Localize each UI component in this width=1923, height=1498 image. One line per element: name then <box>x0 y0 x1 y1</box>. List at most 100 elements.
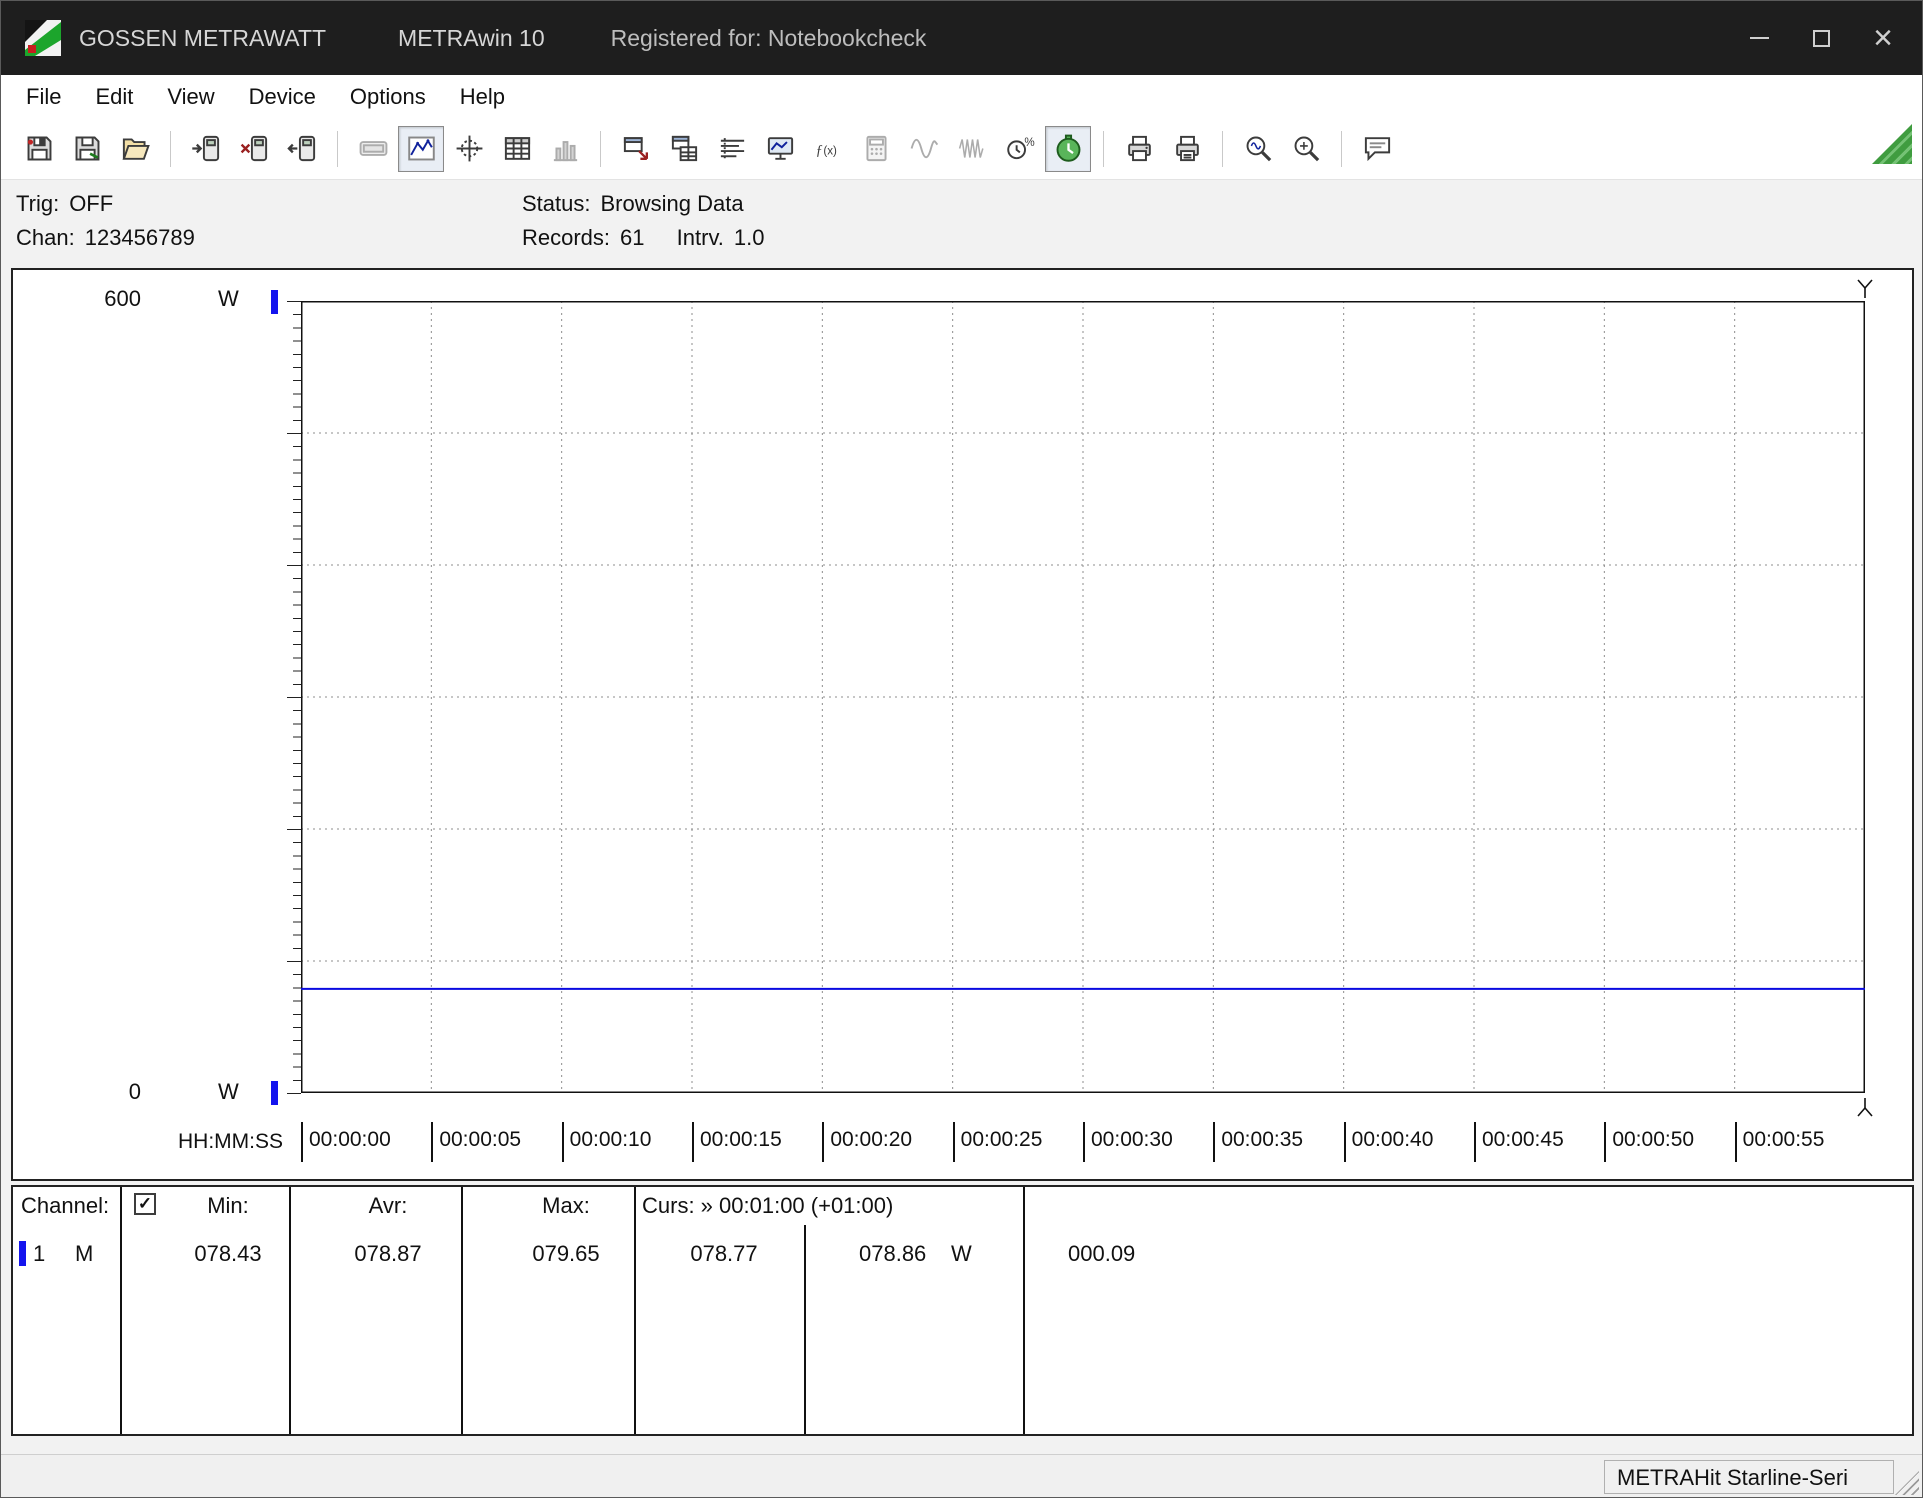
open-button[interactable] <box>112 126 158 172</box>
channel-list: Chan:123456789 <box>16 221 195 255</box>
measurements-panel: Channel: ✓ Min: Avr: Max: Curs: » 00:01:… <box>11 1185 1914 1436</box>
zoom-time-button[interactable] <box>1235 126 1281 172</box>
cursor-handle-bottom[interactable] <box>1855 1098 1875 1118</box>
status-bar: METRAHit Starline-Seri <box>1 1454 1922 1498</box>
x-tick-label: 00:00:05 <box>431 1122 521 1162</box>
record-list-button[interactable] <box>709 126 755 172</box>
channel-column-header: Channel: <box>21 1193 109 1219</box>
window-controls: × <box>1728 1 1922 75</box>
menu-bar: File Edit View Device Options Help <box>1 75 1922 118</box>
toolbar-separator <box>337 131 338 167</box>
app-logo-icon <box>25 20 61 56</box>
maximize-button[interactable] <box>1790 1 1852 75</box>
menu-device[interactable]: Device <box>232 75 333 118</box>
channel-visible-checkbox[interactable]: ✓ <box>134 1193 156 1215</box>
metrawin-window: GOSSEN METRAWATT METRAwin 10 Registered … <box>0 0 1923 1498</box>
y-axis-marker-top <box>271 290 278 314</box>
resize-grip[interactable] <box>1895 1471 1919 1495</box>
cursor-value-unit: W <box>951 1241 972 1267</box>
svg-text:(x): (x) <box>823 144 837 157</box>
x-tick-label: 00:00:35 <box>1213 1122 1303 1162</box>
print-preview-button[interactable] <box>1164 126 1210 172</box>
x-tick-label: 00:00:50 <box>1604 1122 1694 1162</box>
column-divider <box>120 1187 122 1434</box>
interval-timer-button[interactable] <box>1045 126 1091 172</box>
svg-text:ƒ: ƒ <box>815 142 822 158</box>
toolbar-separator <box>600 131 601 167</box>
cursor-handle-top[interactable] <box>1855 278 1875 298</box>
device-write-button[interactable] <box>279 126 325 172</box>
avr-value: 078.87 <box>323 1241 453 1267</box>
cursor-value-b: 078.86 <box>859 1241 926 1267</box>
zoom-button[interactable] <box>1283 126 1329 172</box>
chart-panel: 600 W 0 W HH:MM:SS 00:00:0000:00:0500:00… <box>11 268 1914 1181</box>
save-as-button[interactable] <box>64 126 110 172</box>
channel-mode: M <box>75 1241 93 1267</box>
max-column-header: Max: <box>501 1193 631 1219</box>
x-tick-label: 00:00:00 <box>301 1122 391 1162</box>
copy-values-button[interactable] <box>661 126 707 172</box>
title-registered: Registered for: Notebookcheck <box>611 25 927 52</box>
menu-edit[interactable]: Edit <box>78 75 150 118</box>
table-view-button[interactable] <box>494 126 540 172</box>
x-tick-label: 00:00:55 <box>1735 1122 1825 1162</box>
toolbar: ƒ (x) % <box>1 118 1922 180</box>
monitor-view-button[interactable] <box>757 126 803 172</box>
x-tick-label: 00:00:20 <box>822 1122 912 1162</box>
min-value: 078.43 <box>163 1241 293 1267</box>
minimize-icon <box>1750 37 1769 39</box>
plot-grid <box>301 301 1865 1093</box>
formula-button[interactable]: ƒ (x) <box>805 126 851 172</box>
y-axis-min-label: 0 <box>63 1079 141 1105</box>
records-line: Records:61 Intrv.1.0 <box>522 221 765 255</box>
calculator-button[interactable] <box>853 126 899 172</box>
x-tick-label: 00:00:25 <box>953 1122 1043 1162</box>
close-button[interactable]: × <box>1852 1 1914 75</box>
print-button[interactable] <box>1116 126 1162 172</box>
close-icon: × <box>1873 21 1893 55</box>
status-line: Status:Browsing Data <box>522 187 765 221</box>
scope-view-button[interactable] <box>446 126 492 172</box>
delta-value: 000.09 <box>1068 1241 1135 1267</box>
x-tick-label: 00:00:10 <box>562 1122 652 1162</box>
device-name-panel: METRAHit Starline-Seri <box>1604 1460 1894 1494</box>
copy-graph-button[interactable] <box>613 126 659 172</box>
x-tick-label: 00:00:40 <box>1344 1122 1434 1162</box>
column-divider <box>804 1225 806 1434</box>
menu-view[interactable]: View <box>150 75 231 118</box>
title-bar: GOSSEN METRAWATT METRAwin 10 Registered … <box>1 1 1922 75</box>
title-brand: GOSSEN METRAWATT <box>79 25 326 52</box>
channel-number: 1 <box>33 1241 45 1267</box>
menu-help[interactable]: Help <box>443 75 522 118</box>
y-axis-unit-bottom: W <box>218 1079 239 1105</box>
acquisition-info: Trig:OFF Chan:123456789 Status:Browsing … <box>1 180 1922 268</box>
lcd-display-button[interactable] <box>350 126 396 172</box>
menu-file[interactable]: File <box>9 75 78 118</box>
x-axis: HH:MM:SS 00:00:00 00:00:05 00:00:10 00:00:1… <box>13 1122 1912 1162</box>
svg-text:%: % <box>1024 136 1034 149</box>
comment-button[interactable] <box>1354 126 1400 172</box>
device-read-button[interactable] <box>183 126 229 172</box>
menu-options[interactable]: Options <box>333 75 443 118</box>
cursor-value-a: 078.77 <box>659 1241 789 1267</box>
trigger-status: Trig:OFF <box>16 187 195 221</box>
toolbar-separator <box>1103 131 1104 167</box>
column-divider <box>1023 1187 1025 1434</box>
minimize-button[interactable] <box>1728 1 1790 75</box>
column-divider <box>461 1187 463 1434</box>
clock-percent-button[interactable]: % <box>997 126 1043 172</box>
x-tick-label: 00:00:15 <box>692 1122 782 1162</box>
save-button[interactable] <box>16 126 62 172</box>
avr-column-header: Avr: <box>323 1193 453 1219</box>
cursor-column-header: Curs: » 00:01:00 (+01:00) <box>642 1193 893 1219</box>
chart-view-button[interactable] <box>398 126 444 172</box>
bargraph-view-button[interactable] <box>542 126 588 172</box>
y-axis-marker-bottom <box>271 1081 278 1105</box>
x-axis-format-label: HH:MM:SS <box>133 1130 283 1154</box>
envelope-button[interactable] <box>949 126 995 172</box>
device-disconnect-button[interactable] <box>231 126 277 172</box>
toolbar-corner-triangle <box>1872 124 1912 164</box>
waveform-button[interactable] <box>901 126 947 172</box>
min-column-header: Min: <box>163 1193 293 1219</box>
toolbar-separator <box>1341 131 1342 167</box>
